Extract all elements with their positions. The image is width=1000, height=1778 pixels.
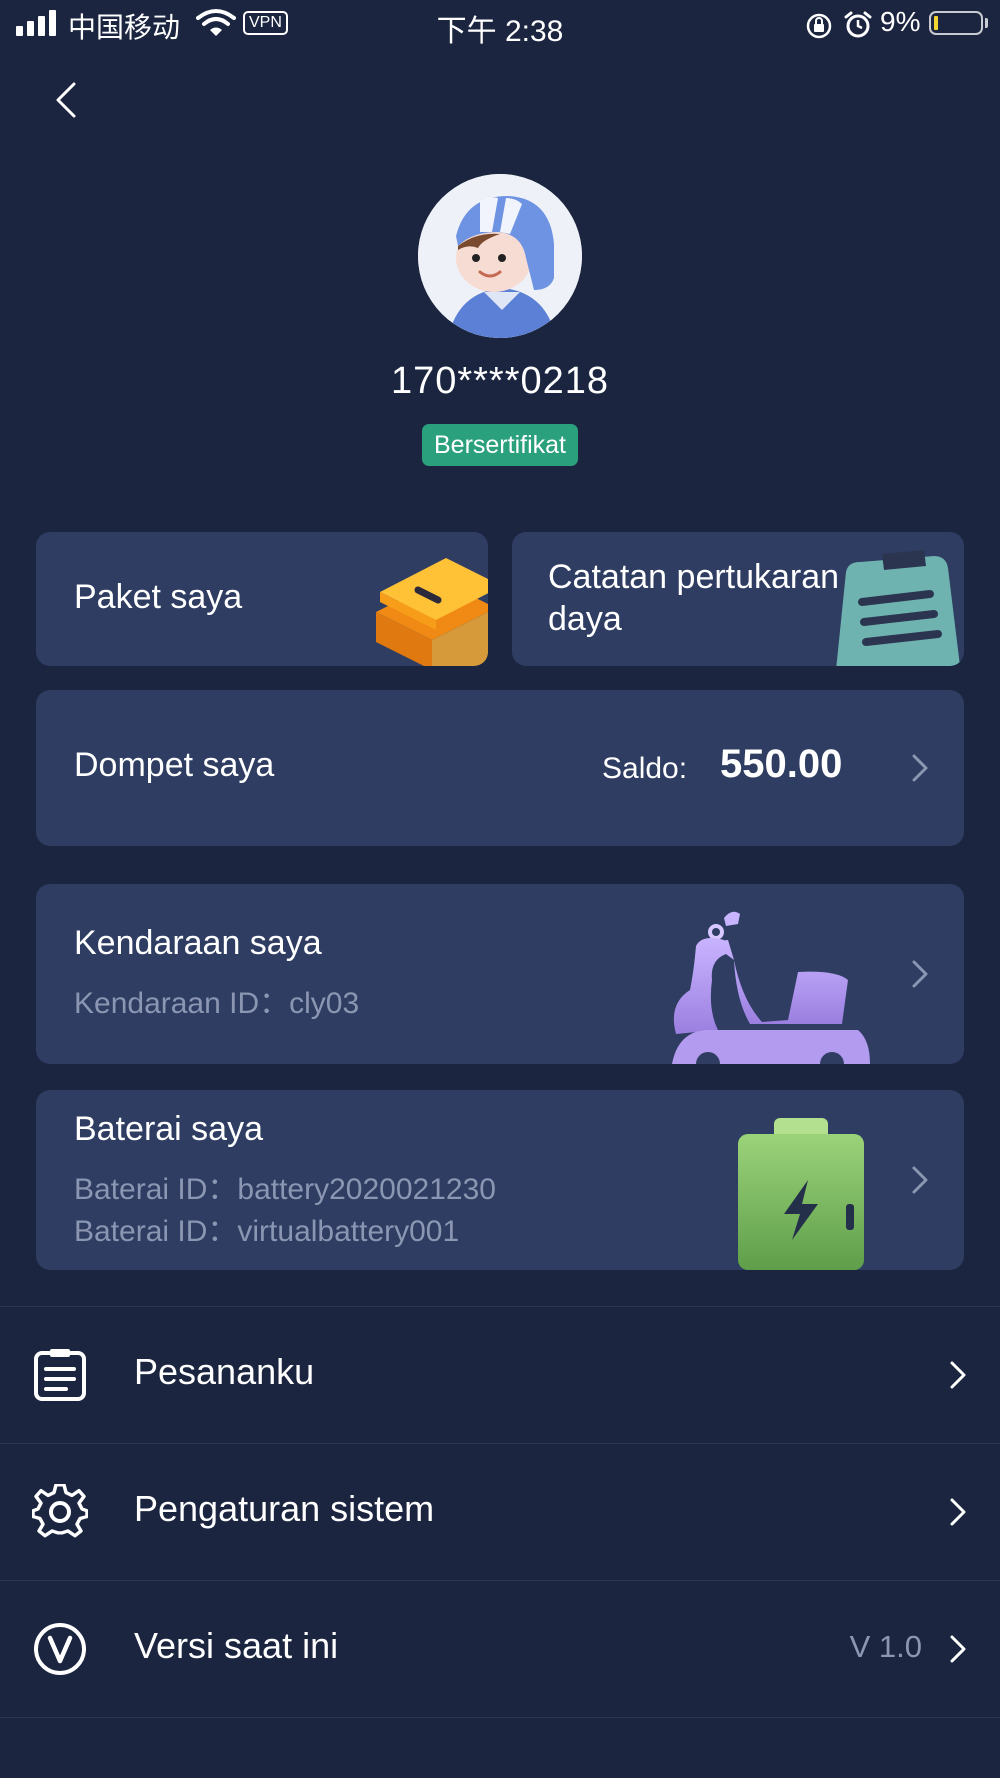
chevron-right-icon — [912, 1166, 928, 1194]
orientation-lock-icon — [805, 12, 833, 47]
battery-card[interactable]: Baterai saya Baterai ID：battery202002123… — [36, 1090, 964, 1270]
vehicle-card[interactable]: Kendaraan saya Kendaraan ID：cly03 — [36, 884, 964, 1064]
battery-id-1: Baterai ID：battery2020021230 — [74, 1173, 496, 1206]
menu-item-settings[interactable]: Pengaturan sistem — [0, 1443, 1000, 1580]
wallet-card[interactable]: Dompet saya Saldo: 550.00 — [36, 690, 964, 846]
menu-label-version: Versi saat ini — [134, 1625, 339, 1666]
battery-label: Baterai saya — [74, 1110, 263, 1148]
menu-item-version[interactable]: Versi saat ini V 1.0 — [0, 1580, 1000, 1718]
battery-tip — [985, 18, 988, 28]
menu-label-settings: Pengaturan sistem — [134, 1488, 435, 1529]
package-card[interactable]: Paket saya — [36, 532, 488, 666]
version-value: V 1.0 — [849, 1629, 922, 1664]
balance-value: 550.00 — [720, 742, 843, 786]
vehicle-label: Kendaraan saya — [74, 924, 322, 962]
user-phone: 170****0218 — [390, 360, 610, 402]
chevron-right-icon — [950, 1498, 966, 1526]
wallet-label: Dompet saya — [74, 746, 275, 784]
version-icon — [34, 1623, 86, 1675]
menu-label-orders: Pesananku — [134, 1351, 315, 1392]
package-label: Paket saya — [74, 578, 243, 616]
back-button[interactable] — [44, 72, 92, 128]
menu-item-orders[interactable]: Pesananku — [0, 1306, 1000, 1443]
exchange-record-card[interactable]: Catatan pertukaran daya — [512, 532, 964, 666]
avatar[interactable] — [418, 174, 582, 338]
balance-label: Saldo: — [602, 752, 688, 785]
chevron-left-icon — [56, 82, 76, 118]
battery-id-2: Baterai ID：virtualbattery001 — [74, 1215, 460, 1248]
chevron-right-icon — [950, 1361, 966, 1389]
exchange-record-label: Catatan pertukaran daya — [548, 558, 840, 638]
rider-avatar-icon — [418, 174, 582, 338]
vehicle-id: Kendaraan ID：cly03 — [74, 987, 360, 1020]
gear-icon — [32, 1484, 88, 1538]
chevron-right-icon — [912, 754, 928, 782]
certified-badge: Bersertifikat — [422, 424, 578, 466]
battery-charge-icon — [738, 1118, 864, 1270]
battery-icon — [929, 11, 983, 35]
chevron-right-icon — [912, 960, 928, 988]
scooter-icon — [672, 911, 870, 1064]
battery-percent: 9% — [880, 6, 921, 37]
orders-icon — [34, 1349, 86, 1401]
status-bar: 中国移动 VPN 下午 2:38 9% — [0, 0, 1000, 50]
chevron-right-icon — [950, 1635, 966, 1663]
package-icon — [376, 558, 488, 666]
alarm-icon — [843, 10, 873, 47]
